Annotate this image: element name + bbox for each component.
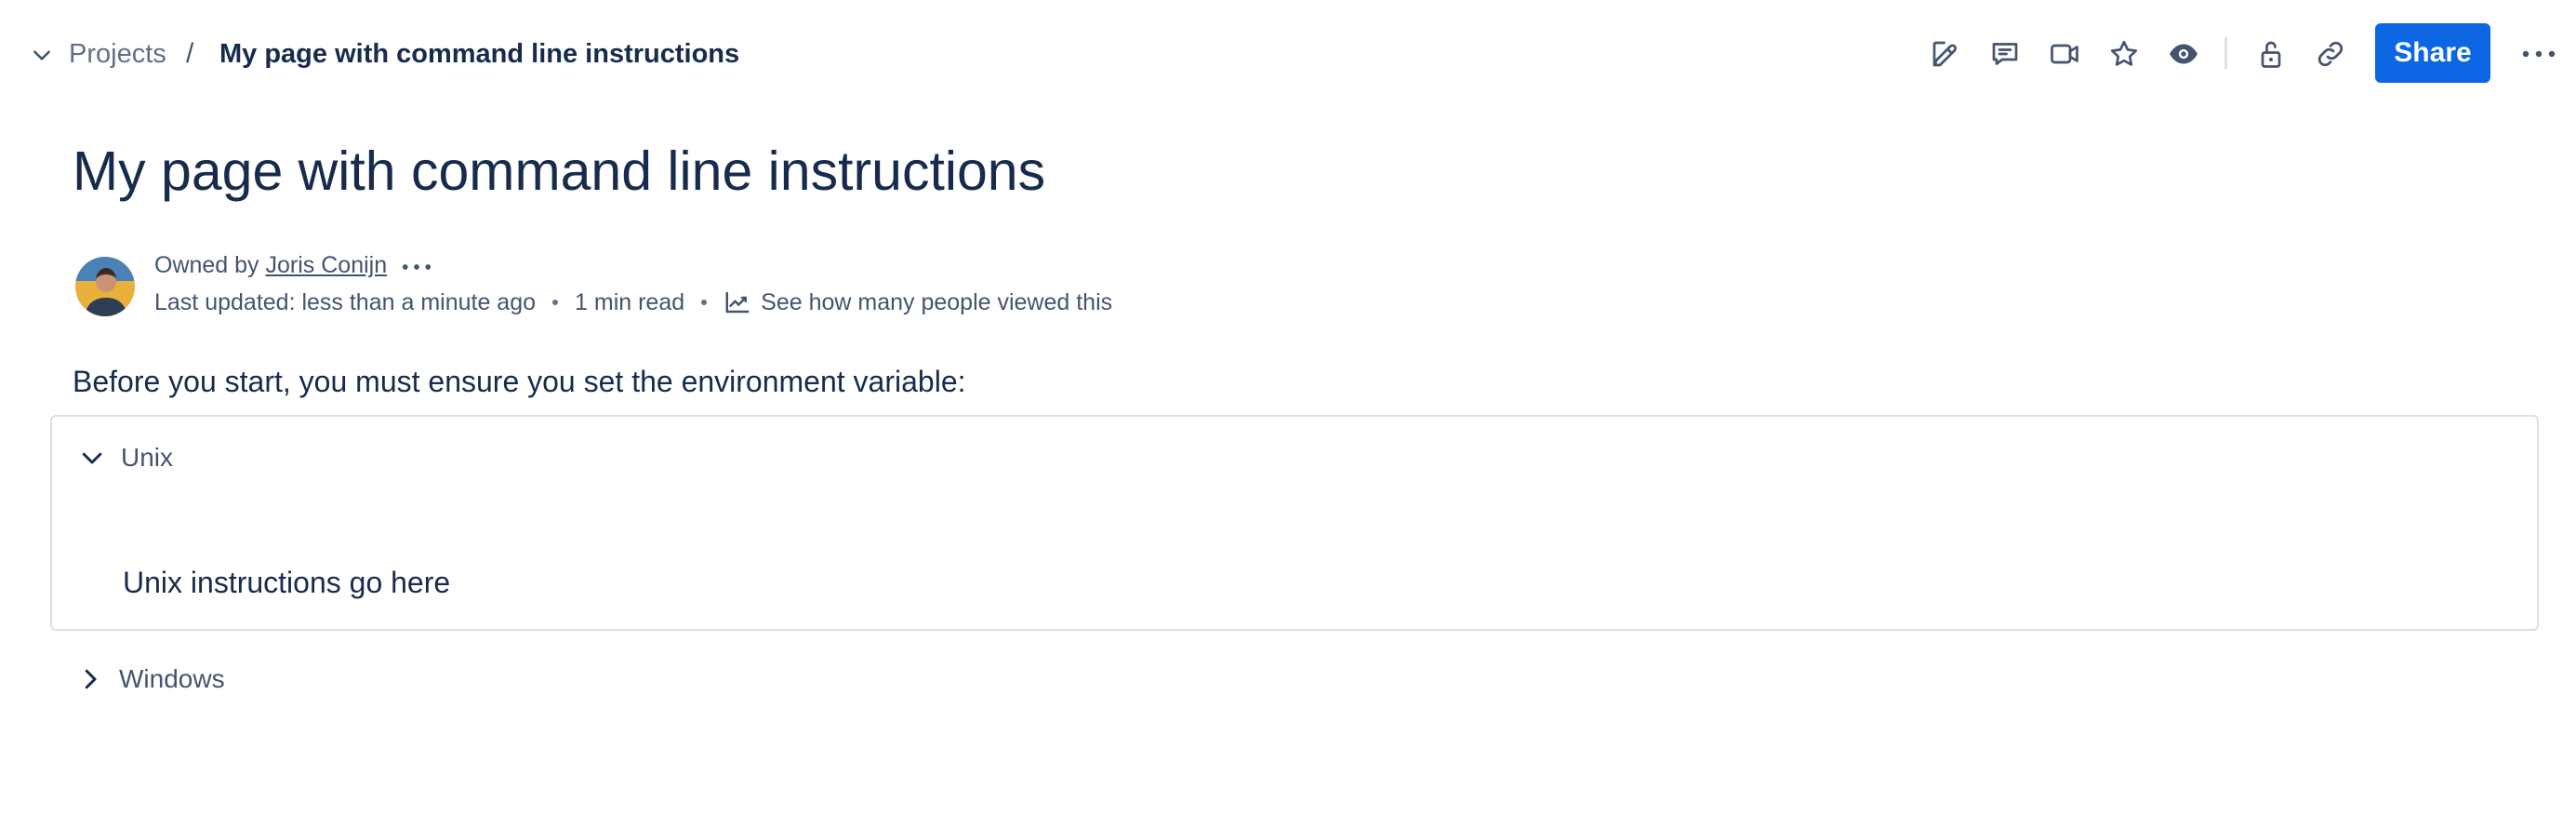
page-title: My page with command line instructions (73, 140, 1046, 202)
expand-body: Unix instructions go here (123, 566, 451, 599)
top-bar: Projects / My page with command line ins… (0, 0, 2576, 104)
page-views-label: See how many people viewed this (761, 289, 1113, 315)
unlock-icon[interactable] (2249, 32, 2293, 76)
owner-link[interactable]: Joris Conijn (266, 252, 388, 278)
intro-paragraph: Before you start, you must ensure you se… (73, 365, 966, 398)
avatar[interactable] (75, 257, 135, 316)
owner-more-icon[interactable] (398, 253, 435, 281)
share-button[interactable]: Share (2375, 23, 2490, 83)
expand-windows-toggle[interactable]: Windows (76, 661, 225, 698)
breadcrumb-separator: / (186, 38, 194, 69)
link-icon[interactable] (2308, 32, 2353, 76)
separator-dot (701, 300, 708, 305)
chevron-right-icon (85, 669, 97, 689)
page-views-link[interactable]: See how many people viewed this (724, 287, 1112, 318)
expand-title: Unix (121, 443, 174, 472)
owner-line: Owned by Joris Conijn (154, 249, 387, 281)
expand-unix: Unix Unix instructions go here (50, 415, 2539, 631)
analytics-chart-icon (725, 291, 750, 314)
last-updated: Last updated: less than a minute ago (154, 289, 537, 315)
toolbar-divider (2224, 37, 2227, 69)
read-time: 1 min read (575, 289, 685, 315)
comment-icon[interactable] (1983, 32, 2027, 76)
breadcrumb-current-page[interactable]: My page with command line instructions (219, 35, 739, 73)
watch-eye-icon[interactable] (2161, 32, 2206, 76)
page-meta: Last updated: less than a minute ago 1 m… (154, 287, 1112, 318)
edit-icon[interactable] (1923, 32, 1968, 76)
chevron-down-icon (82, 452, 102, 464)
chevron-down-icon[interactable] (28, 41, 56, 69)
star-icon[interactable] (2102, 32, 2146, 76)
expand-title: Windows (119, 664, 225, 693)
video-icon[interactable] (2042, 32, 2087, 76)
breadcrumb-projects-link[interactable]: Projects (69, 35, 166, 73)
owned-by-label: Owned by (154, 252, 259, 278)
separator-dot (552, 300, 559, 305)
expand-unix-toggle[interactable]: Unix (78, 439, 173, 476)
more-icon[interactable] (2516, 32, 2561, 76)
